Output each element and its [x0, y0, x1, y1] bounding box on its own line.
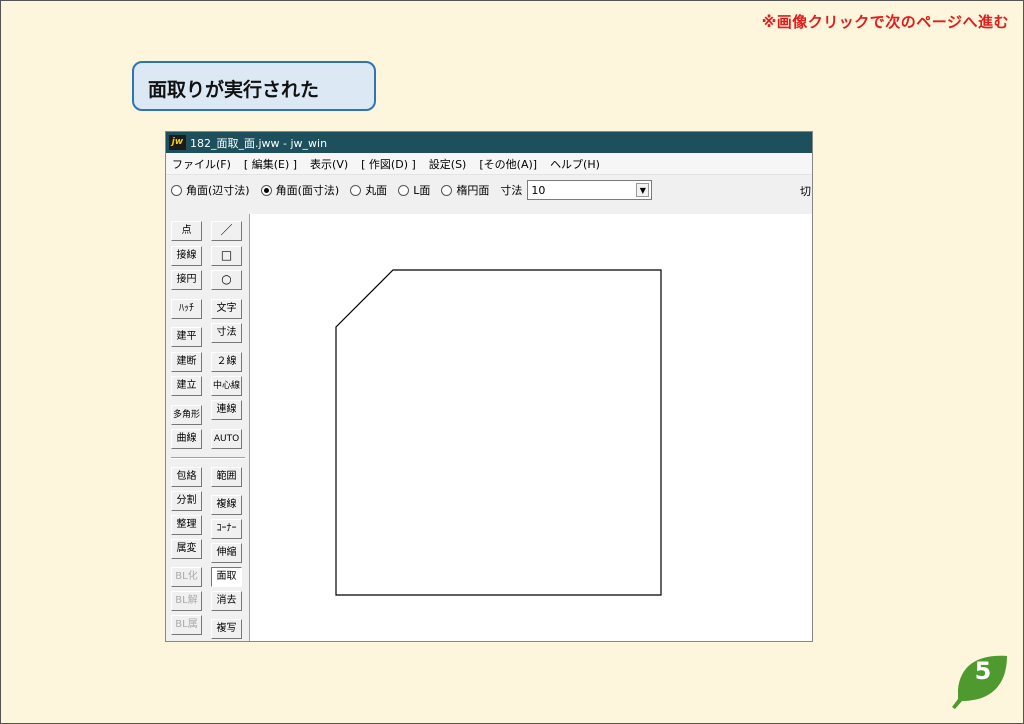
page-number: 5	[974, 657, 992, 685]
palette-separator	[171, 457, 245, 459]
menu-other[interactable]: [その他(A)]	[479, 156, 537, 172]
tool-copy[interactable]: 複写	[211, 619, 242, 639]
radio-label: L面	[413, 184, 431, 197]
tool-circle-icon[interactable]: ○	[211, 270, 242, 290]
dimension-label: 寸法	[500, 184, 523, 197]
tool-divide[interactable]: 分割	[171, 491, 202, 511]
menu-view[interactable]: 表示(V)	[310, 156, 348, 172]
tool-double-line[interactable]: ２線	[211, 352, 242, 372]
cut-label[interactable]: 切	[800, 183, 811, 199]
chevron-down-icon[interactable]: ▼	[636, 183, 650, 197]
tool-polygon[interactable]: 多角形	[171, 405, 202, 425]
tool-line-icon[interactable]: ／	[211, 221, 242, 241]
drawing-svg	[335, 269, 662, 596]
radio-ellipse[interactable]: 楕円面	[441, 182, 489, 198]
radio-circle-icon	[398, 184, 410, 196]
tool-section[interactable]: 建断	[171, 352, 202, 372]
menu-help[interactable]: ヘルプ(H)	[550, 156, 600, 172]
tool-corner[interactable]: ｺｰﾅｰ	[211, 519, 242, 539]
tool-bl-attr[interactable]: BL属	[171, 615, 202, 635]
window-title: 182_面取_面.jww - jw_win	[190, 136, 328, 150]
tool-dimension[interactable]: 寸法	[211, 323, 242, 343]
tool-chamfer[interactable]: 面取	[211, 567, 242, 587]
tool-stretch[interactable]: 伸縮	[211, 543, 242, 563]
tool-continuous-line[interactable]: 連線	[211, 400, 242, 420]
tool-rectangle-icon[interactable]: □	[211, 246, 242, 266]
tool-range[interactable]: 範囲	[211, 467, 242, 487]
jw-app-icon: jw	[169, 135, 186, 150]
tool-tangent-line[interactable]: 接線	[171, 246, 202, 266]
next-page-note: ※画像クリックで次のページへ進む	[761, 13, 1009, 31]
menu-settings[interactable]: 設定(S)	[429, 156, 467, 172]
radio-chamfer-face[interactable]: 角面(面寸法)	[260, 182, 340, 198]
tool-attr-change[interactable]: 属変	[171, 539, 202, 559]
radio-circle-icon	[441, 184, 453, 196]
radio-circle-icon	[350, 184, 362, 196]
tool-palette: 点 接線 接円 ﾊｯﾁ 建平 建断 建立 多角形 曲線 包絡 分割 整理 属変 …	[166, 214, 248, 641]
tool-auto[interactable]: AUTO	[211, 429, 242, 449]
radio-circle-icon	[171, 184, 182, 196]
tool-tangent-circle[interactable]: 接円	[171, 270, 202, 290]
tool-hatch[interactable]: ﾊｯﾁ	[171, 299, 202, 319]
dimension-value: 10	[531, 183, 546, 197]
radio-label: 楕円面	[456, 184, 490, 197]
tool-elevation[interactable]: 建立	[171, 376, 202, 396]
radio-label: 角面(面寸法)	[275, 184, 340, 197]
slide[interactable]: ※画像クリックで次のページへ進む 面取りが実行された jw 182_面取_面.j…	[0, 0, 1024, 724]
tool-erase[interactable]: 消去	[211, 591, 242, 611]
status-callout: 面取りが実行された	[132, 61, 376, 111]
tool-text[interactable]: 文字	[211, 299, 242, 319]
menu-draw[interactable]: [ 作図(D) ]	[361, 156, 416, 172]
radio-chamfer-side[interactable]: 角面(辺寸法)	[171, 182, 250, 198]
tool-offset[interactable]: 複線	[211, 495, 242, 515]
title-bar: jw 182_面取_面.jww - jw_win	[166, 132, 812, 153]
tool-bl-release[interactable]: BL解	[171, 591, 202, 611]
callout-text: 面取りが実行された	[148, 79, 320, 101]
tool-curve[interactable]: 曲線	[171, 429, 202, 449]
radio-l-face[interactable]: L面	[398, 182, 430, 198]
option-bar: 角面(辺寸法) 角面(面寸法) 丸面 L面 楕円面 寸法 10 ▼ 切	[166, 175, 812, 205]
tool-point[interactable]: 点	[171, 221, 202, 241]
menu-bar: ファイル(F) [ 編集(E) ] 表示(V) [ 作図(D) ] 設定(S) …	[166, 153, 812, 175]
radio-label: 角面(辺寸法)	[186, 184, 250, 197]
tool-bl-make[interactable]: BL化	[171, 567, 202, 587]
menu-file[interactable]: ファイル(F)	[172, 156, 231, 172]
app-window: jw 182_面取_面.jww - jw_win ファイル(F) [ 編集(E)…	[165, 131, 813, 642]
tool-center-line[interactable]: 中心線	[211, 376, 242, 396]
chamfered-rectangle	[335, 269, 662, 596]
radio-round[interactable]: 丸面	[350, 182, 387, 198]
tool-envelope[interactable]: 包絡	[171, 467, 202, 487]
radio-label: 丸面	[365, 184, 388, 197]
tool-organize[interactable]: 整理	[171, 515, 202, 535]
menu-edit[interactable]: [ 編集(E) ]	[244, 156, 297, 172]
drawing-canvas[interactable]	[249, 214, 812, 641]
radio-checked-icon	[260, 184, 272, 196]
tool-plan[interactable]: 建平	[171, 327, 202, 347]
dimension-select[interactable]: 10 ▼	[527, 180, 653, 200]
